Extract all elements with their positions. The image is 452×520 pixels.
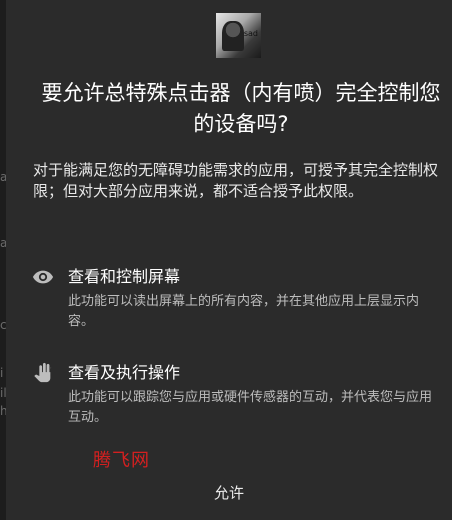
app-icon-tag: sad	[243, 29, 258, 38]
watermark-text: 腾飞网	[93, 450, 150, 471]
permission-description: 此功能可以读出屏幕上的所有内容，并在其他应用上层显示内容。	[68, 294, 420, 329]
hand-icon	[32, 362, 54, 384]
permission-description: 此功能可以跟踪您与应用或硬件传感器的互动，并代表您与应用互动。	[68, 390, 433, 425]
permission-title: 查看和控制屏幕	[68, 267, 181, 286]
app-icon: sad	[216, 13, 261, 58]
app-icon-figure	[222, 21, 244, 51]
allow-button[interactable]: 允许	[156, 472, 302, 512]
eye-icon	[32, 266, 54, 288]
permission-title: 查看及执行操作	[68, 363, 181, 382]
permission-view-perform-actions: 查看及执行操作 此功能可以跟踪您与应用或硬件传感器的互动，并代表您与应用互动。	[32, 362, 442, 432]
dialog-description: 对于能满足您的无障碍功能需求的应用，可授予其完全控制权限；但对大部分应用来说，都…	[33, 161, 439, 200]
dialog-title: 要允许总特殊点击器（内有喷）完全控制您的设备吗?	[41, 81, 441, 136]
permission-view-control-screen: 查看和控制屏幕 此功能可以读出屏幕上的所有内容，并在其他应用上层显示内容。	[32, 266, 442, 336]
accessibility-permission-dialog: sad 要允许总特殊点击器（内有喷）完全控制您的设备吗? 对于能满足您的无障碍功…	[6, 0, 452, 520]
